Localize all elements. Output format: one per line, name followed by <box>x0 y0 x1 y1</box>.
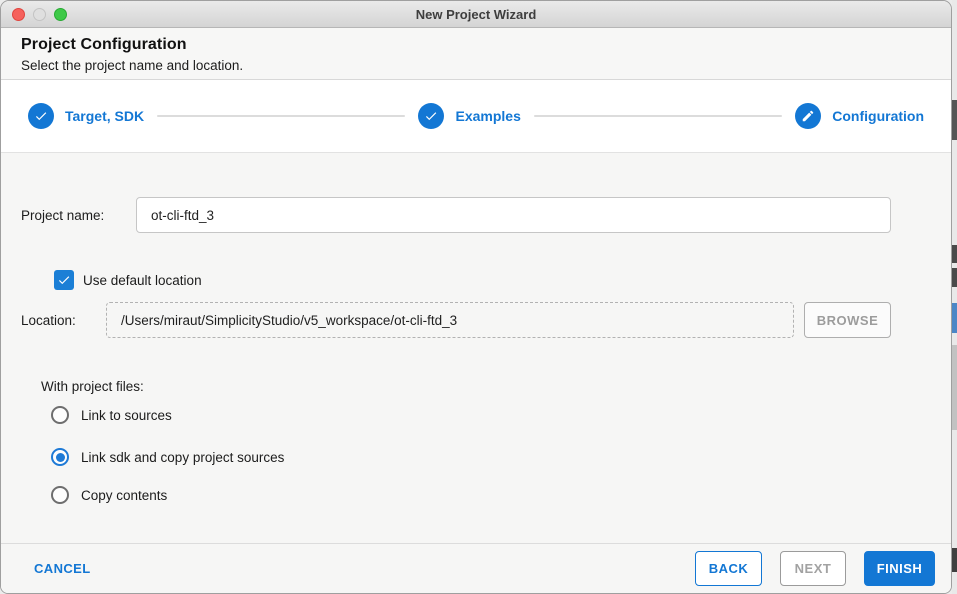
radio-link-to-sources[interactable]: Link to sources <box>51 406 172 424</box>
project-name-input[interactable] <box>136 197 891 233</box>
location-label: Location: <box>21 313 76 328</box>
step-examples[interactable]: Examples <box>418 103 521 129</box>
next-button: NEXT <box>780 551 846 586</box>
location-input[interactable] <box>106 302 794 338</box>
window-title: New Project Wizard <box>415 6 537 22</box>
step-indicator: Target, SDK Examples Configuration <box>1 80 951 153</box>
use-default-location-checkbox[interactable] <box>54 270 74 290</box>
cancel-button[interactable]: CANCEL <box>34 561 91 576</box>
use-default-location-label[interactable]: Use default location <box>83 273 202 288</box>
step-label: Target, SDK <box>65 108 145 124</box>
with-project-files-label: With project files: <box>41 379 144 394</box>
step-connector <box>157 115 406 117</box>
page-title: Project Configuration <box>21 36 187 53</box>
radio-label: Link to sources <box>81 407 172 423</box>
browse-button[interactable]: BROWSE <box>804 302 891 338</box>
back-button[interactable]: BACK <box>695 551 762 586</box>
check-icon <box>28 103 54 129</box>
step-configuration[interactable]: Configuration <box>795 103 924 129</box>
project-name-label: Project name: <box>21 208 105 223</box>
radio-selected-icon <box>51 448 69 466</box>
finish-button[interactable]: FINISH <box>864 551 935 586</box>
wizard-header: Project Configuration Select the project… <box>1 28 951 80</box>
new-project-wizard-window: New Project Wizard Project Configuration… <box>0 0 952 594</box>
step-target-sdk[interactable]: Target, SDK <box>28 103 144 129</box>
radio-icon <box>51 486 69 504</box>
page-subtitle: Select the project name and location. <box>21 58 244 73</box>
check-icon <box>58 276 70 285</box>
step-connector <box>533 115 783 117</box>
radio-copy-contents[interactable]: Copy contents <box>51 486 167 504</box>
wizard-footer: CANCEL BACK NEXT FINISH <box>1 543 951 593</box>
pencil-icon <box>795 103 822 129</box>
check-icon <box>418 103 445 129</box>
step-label: Configuration <box>832 108 925 124</box>
step-label: Examples <box>455 108 521 124</box>
title-bar: New Project Wizard <box>1 1 951 28</box>
radio-icon <box>51 406 69 424</box>
configuration-form: Project name: Use default location Locat… <box>1 153 951 543</box>
radio-label: Copy contents <box>81 487 168 503</box>
background-screen-bleed <box>952 0 957 594</box>
radio-label: Link sdk and copy project sources <box>81 449 285 465</box>
radio-link-sdk-copy-sources[interactable]: Link sdk and copy project sources <box>51 448 284 466</box>
